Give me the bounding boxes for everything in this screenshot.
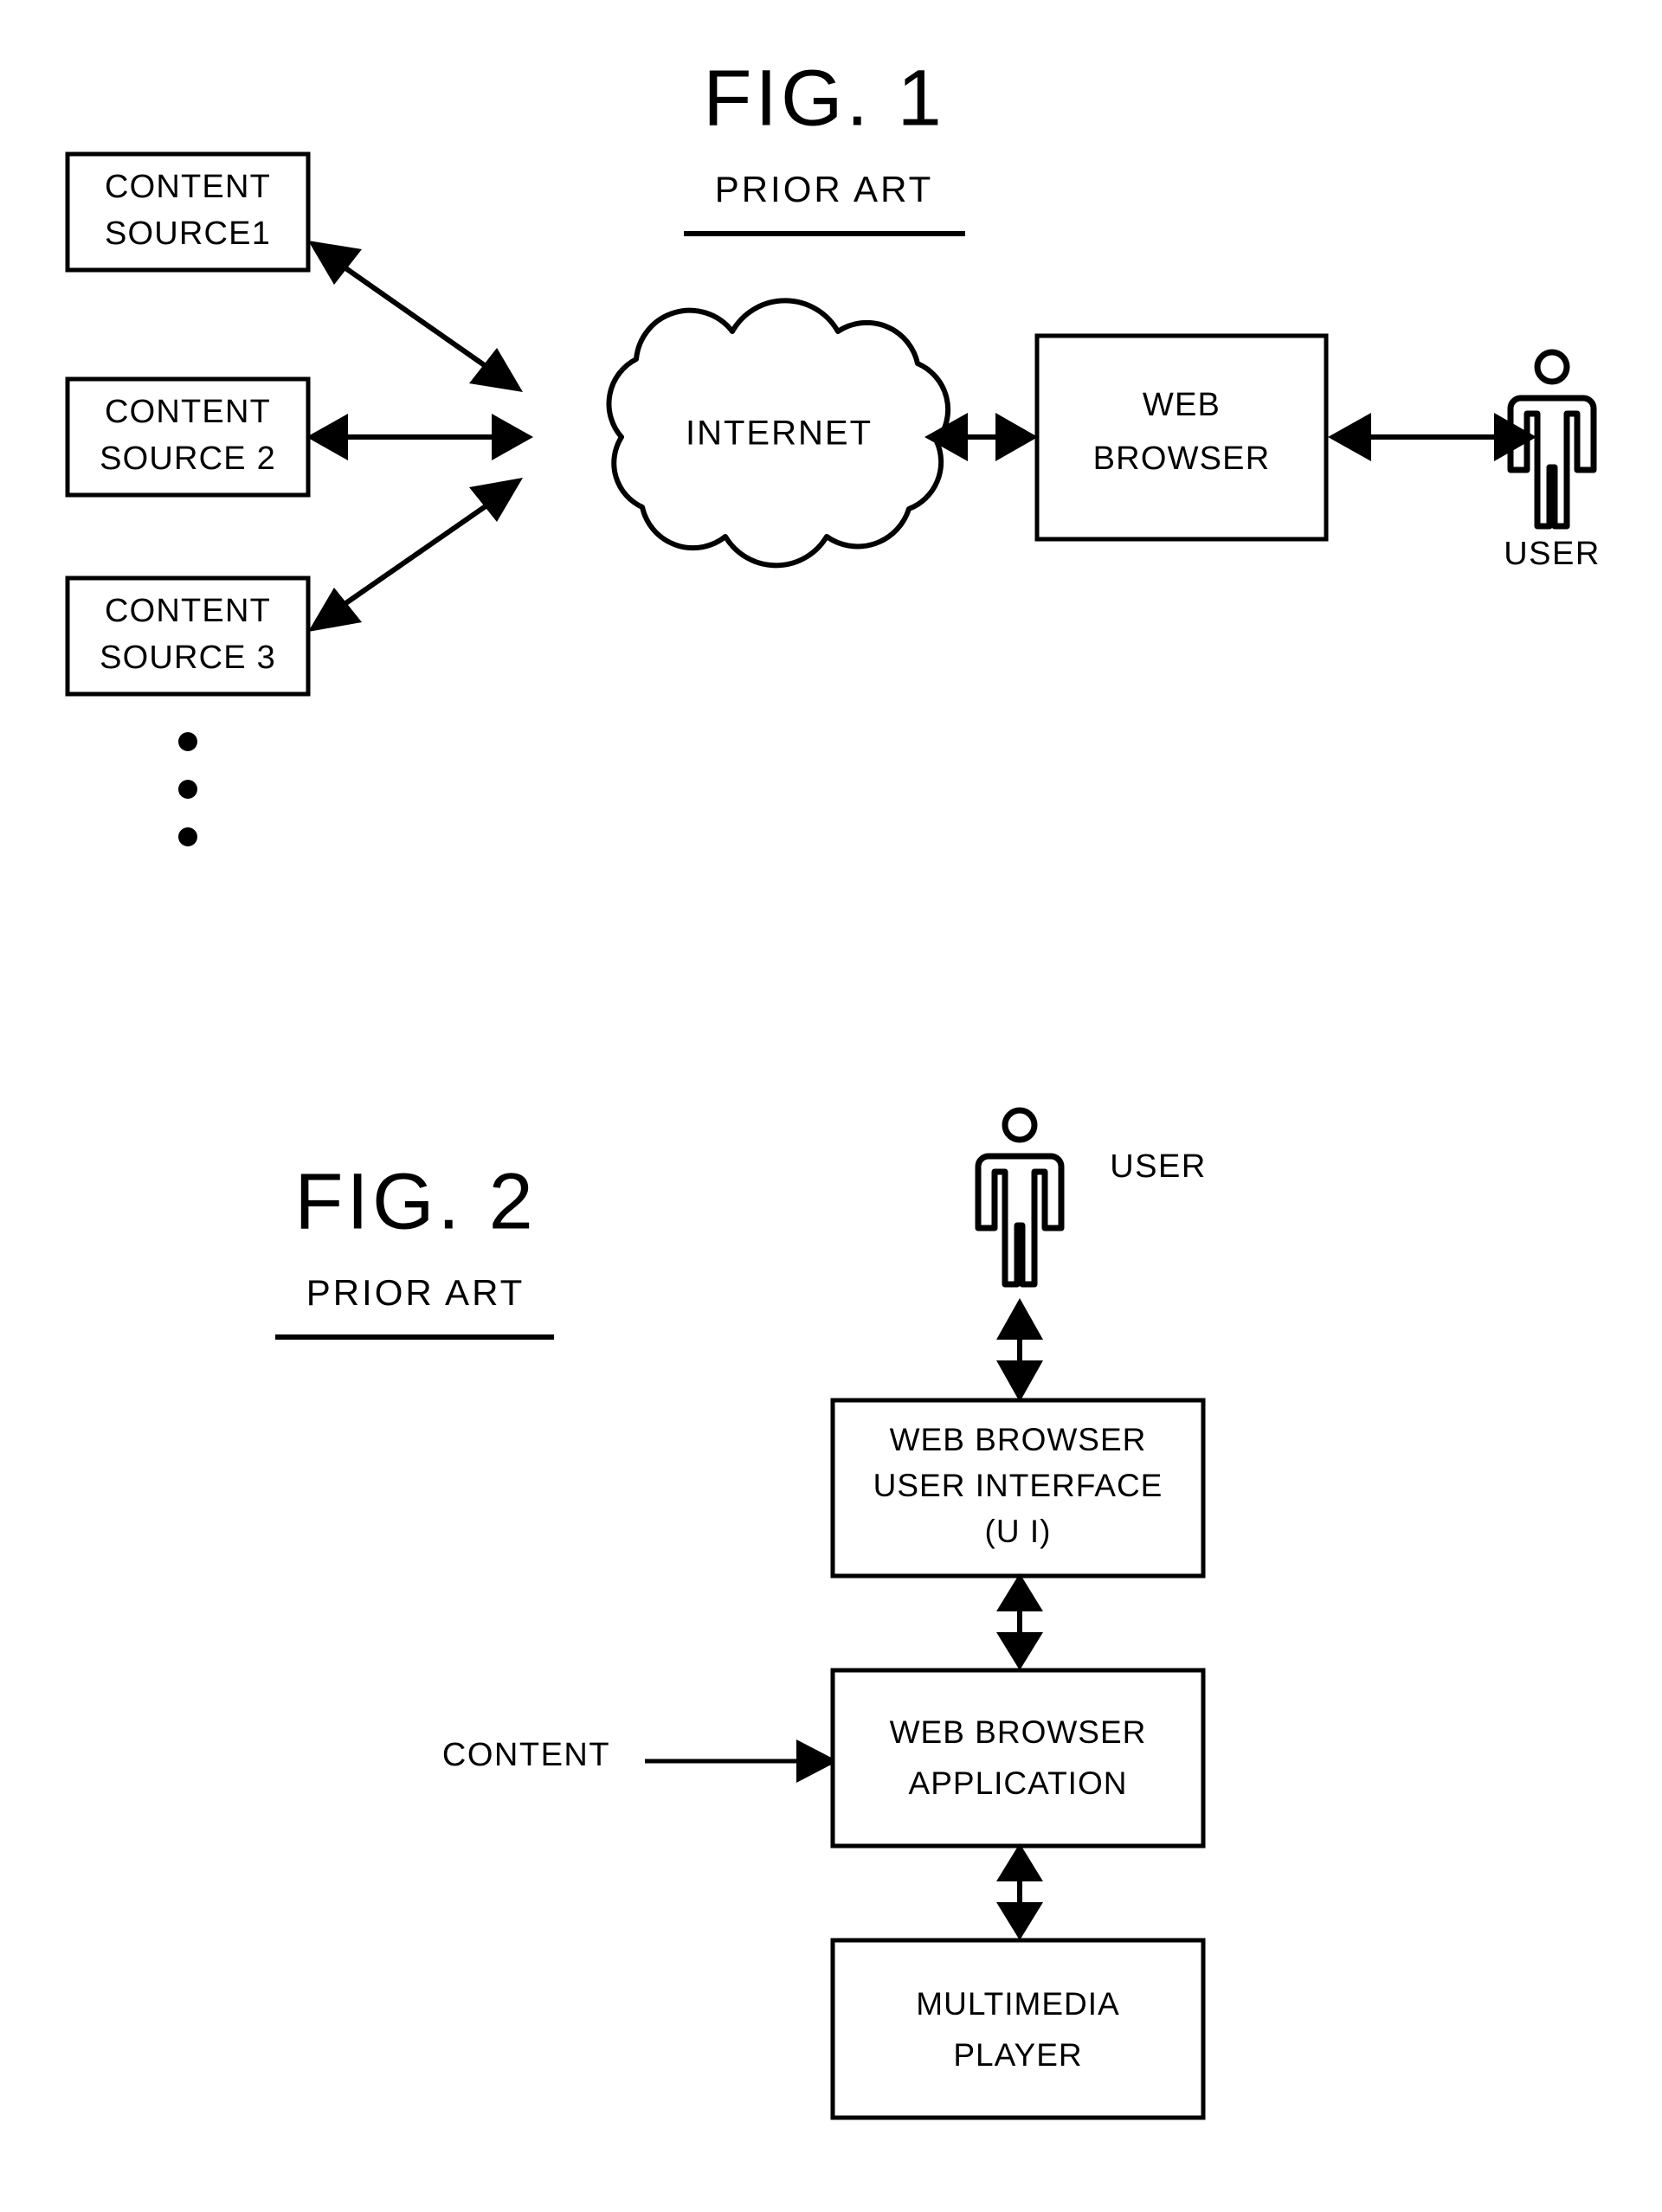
figure-2-title: FIG. 2 [294,1157,537,1245]
arrow-head-to-web-browser-2 [1328,413,1371,461]
arrow-head-to-browser-ui [996,1360,1043,1402]
web-browser-line1: WEB [1143,387,1221,423]
drawing-canvas: FIG. 1 PRIOR ART CONTENT SOURCE1 CONTENT… [65,54,1601,2120]
web-browser-ui-box[interactable]: WEB BROWSER USER INTERFACE (U I) [830,1398,1206,1579]
connector-source2-internet [306,414,533,460]
web-browser-application-line1: WEB BROWSER [890,1714,1147,1750]
content-source-1-box[interactable]: CONTENT SOURCE1 [65,151,311,273]
arrow-head-to-application-3 [996,1843,1043,1881]
arrow-head-to-internet-a [469,348,523,392]
content-source-2-line1: CONTENT [105,394,271,430]
arrow-head-to-user-2 [996,1298,1043,1340]
internet-label: INTERNET [686,415,873,453]
multimedia-player-line2: PLAYER [953,2037,1082,2073]
web-browser-line2: BROWSER [1093,440,1271,477]
connector-user-browser-ui [996,1298,1043,1402]
arrow-head-to-source-2 [306,414,348,460]
continuation-dots [178,732,197,846]
content-input-label: CONTENT [442,1737,610,1773]
arrow-head-to-application-1 [996,1632,1043,1670]
web-browser-application-rect [830,1668,1206,1849]
content-source-2-line2: SOURCE 2 [100,440,276,477]
web-browser-application-line2: APPLICATION [909,1765,1128,1801]
content-source-2-box[interactable]: CONTENT SOURCE 2 [65,376,311,498]
content-source-1-line1: CONTENT [105,169,271,205]
web-browser-rect [1034,333,1329,542]
content-source-1-line2: SOURCE1 [105,215,271,252]
connector-ui-application [996,1573,1043,1670]
continuation-dot-2 [178,780,197,799]
connector-source1-internet [308,241,523,392]
web-browser-application-box[interactable]: WEB BROWSER APPLICATION [830,1668,1206,1849]
content-source-3-line1: CONTENT [105,593,271,629]
connector-browser-user [1328,413,1536,461]
arrow-head-to-internet-b [492,414,533,460]
arrow-head-to-source-1 [308,241,362,285]
web-browser-ui-line2: USER INTERFACE [873,1468,1163,1503]
figure-2: FIG. 2 PRIOR ART USER WEB BROWSER USER I… [275,1107,1207,2120]
user-person-icon-fig2: USER [975,1107,1207,1288]
multimedia-player-line1: MULTIMEDIA [916,1986,1119,2022]
figure-1-subtitle: PRIOR ART [715,169,934,209]
web-browser-ui-line1: WEB BROWSER [890,1422,1147,1457]
arrow-head-to-browser-ui-2 [996,1573,1043,1611]
web-browser-box[interactable]: WEB BROWSER [1034,333,1329,542]
arrow-head-to-multimedia-player [996,1902,1043,1940]
user-person-icon-fig1: USER [1504,349,1601,572]
connector-source3-internet [308,478,523,632]
multimedia-player-rect [830,1938,1206,2120]
user-label-fig2: USER [1110,1148,1207,1185]
connector-application-player [996,1843,1043,1940]
arrow-head-to-source-3 [308,588,362,632]
continuation-dot-3 [178,827,197,846]
multimedia-player-box[interactable]: MULTIMEDIA PLAYER [830,1938,1206,2120]
patent-drawing-sheet: FIG. 1 PRIOR ART CONTENT SOURCE1 CONTENT… [0,0,1662,2212]
figure-2-subtitle: PRIOR ART [306,1272,525,1313]
internet-cloud[interactable]: INTERNET [606,298,951,569]
continuation-dot-1 [178,732,197,751]
content-input-connector: CONTENT [442,1737,838,1783]
user-label-fig1: USER [1504,536,1601,572]
content-source-3-box[interactable]: CONTENT SOURCE 3 [65,576,311,697]
web-browser-ui-line3: (U I) [985,1514,1052,1549]
arrow-head-to-user-1 [1494,413,1536,461]
figure-1: FIG. 1 PRIOR ART CONTENT SOURCE1 CONTENT… [65,54,1601,846]
arrow-head-to-internet-c [469,478,523,522]
content-source-3-line2: SOURCE 3 [100,640,276,676]
figure-1-title: FIG. 1 [703,54,945,142]
arrow-head-to-web-browser [995,413,1038,461]
